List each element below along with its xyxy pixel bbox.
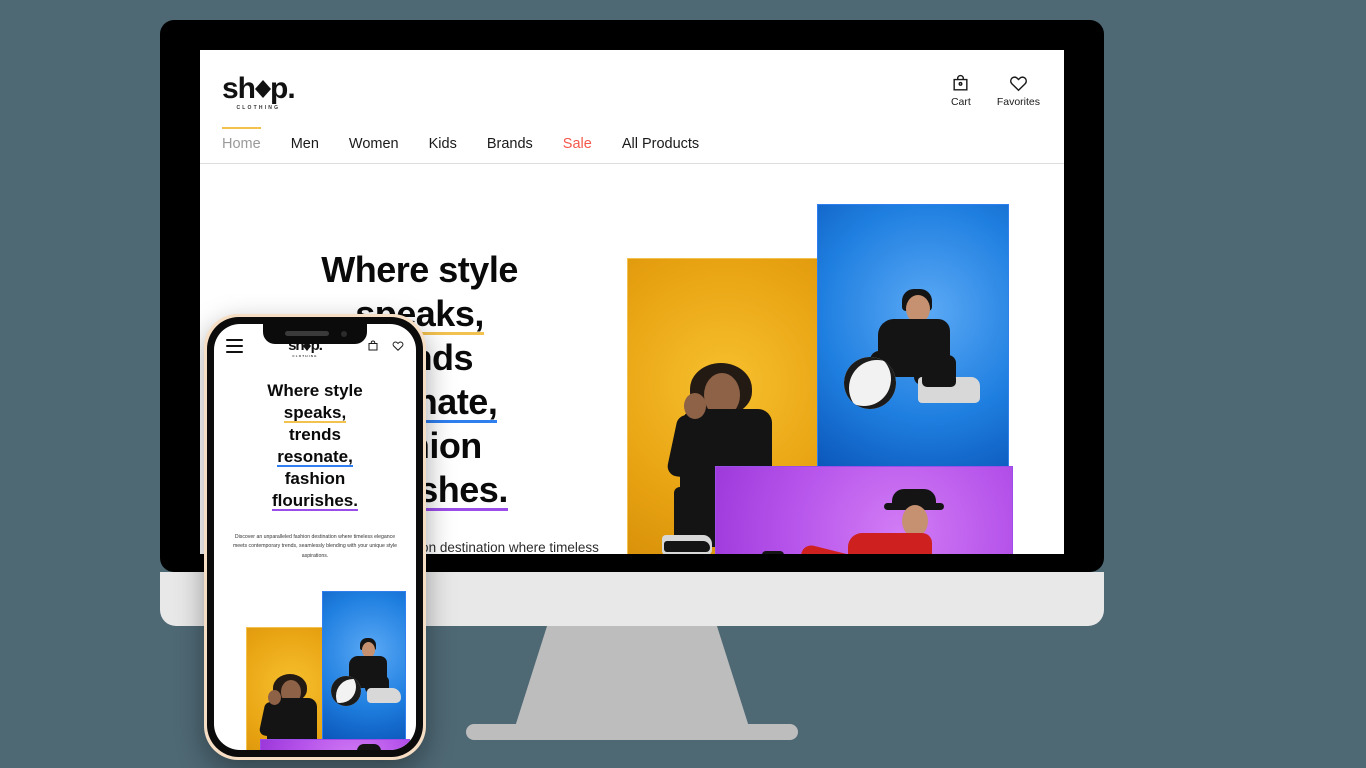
monitor-stand-base [466,724,798,740]
logo-subtitle: CLOTHING [236,105,281,111]
model-purple-card[interactable] [715,466,1014,554]
favorites-label: Favorites [996,96,1040,108]
favorites-button[interactable]: Favorites [997,74,1040,108]
site-logo[interactable]: sh p. CLOTHING [222,72,296,112]
nav-item-men[interactable]: Men [291,127,319,152]
heart-icon [1009,74,1028,93]
mobile-hero-paragraph: Discover an unparalleled fashion destina… [232,533,398,559]
shopping-bag-icon [951,74,970,93]
phone-body: sh p. CLOTHING Where style speaks, trend… [207,317,423,757]
mobile-headline-line-1: Where style [267,381,363,400]
cart-label: Cart [950,96,971,108]
mobile-headline-line-5: fashion [284,469,346,489]
mobile-hero-gallery [214,589,416,750]
diamond-o-icon [254,79,271,99]
hero-gallery [627,204,1042,554]
monitor-stand-neck [514,626,750,730]
phone-notch [263,324,367,344]
model-blue-card[interactable] [817,204,1010,472]
mobile-model-blue-card[interactable] [322,591,406,742]
site-header: sh p. CLOTHING Cart Favorites [200,50,1064,112]
main-navigation: Home Men Women Kids Brands Sale All Prod… [200,127,1064,164]
nav-item-kids[interactable]: Kids [429,127,457,152]
nav-item-brands[interactable]: Brands [487,127,533,152]
shopping-bag-icon[interactable] [367,339,379,357]
logo-text-start: sh [222,72,256,105]
mobile-hero-headline: Where style speaks, trends resonate, fas… [214,380,416,513]
mobile-headline-line-2: speaks, [283,403,347,423]
phone-camera [341,331,347,337]
mobile-header-actions [367,339,404,357]
nav-item-home[interactable]: Home [222,127,261,152]
nav-item-women[interactable]: Women [349,127,399,152]
mobile-logo-subtitle: CLOTHING [292,354,318,358]
cart-button[interactable]: Cart [951,74,971,108]
phone-frame: sh p. CLOTHING Where style speaks, trend… [204,314,426,760]
headline-line-1: Where style [321,249,518,290]
nav-item-all-products[interactable]: All Products [622,127,699,152]
mobile-headline-line-6: flourishes. [272,491,358,511]
nav-item-sale[interactable]: Sale [563,127,592,152]
header-actions: Cart Favorites [951,74,1040,108]
mobile-model-purple-card[interactable] [260,739,410,750]
hamburger-icon[interactable] [226,339,243,356]
phone-screen: sh p. CLOTHING Where style speaks, trend… [214,324,416,750]
heart-icon[interactable] [392,339,404,357]
mobile-headline-line-3: trends [289,425,341,445]
logo-wordmark: sh p. [222,72,296,105]
logo-text-end: p. [270,72,296,105]
phone-speaker [285,331,329,336]
mobile-headline-line-4: resonate, [277,447,353,467]
